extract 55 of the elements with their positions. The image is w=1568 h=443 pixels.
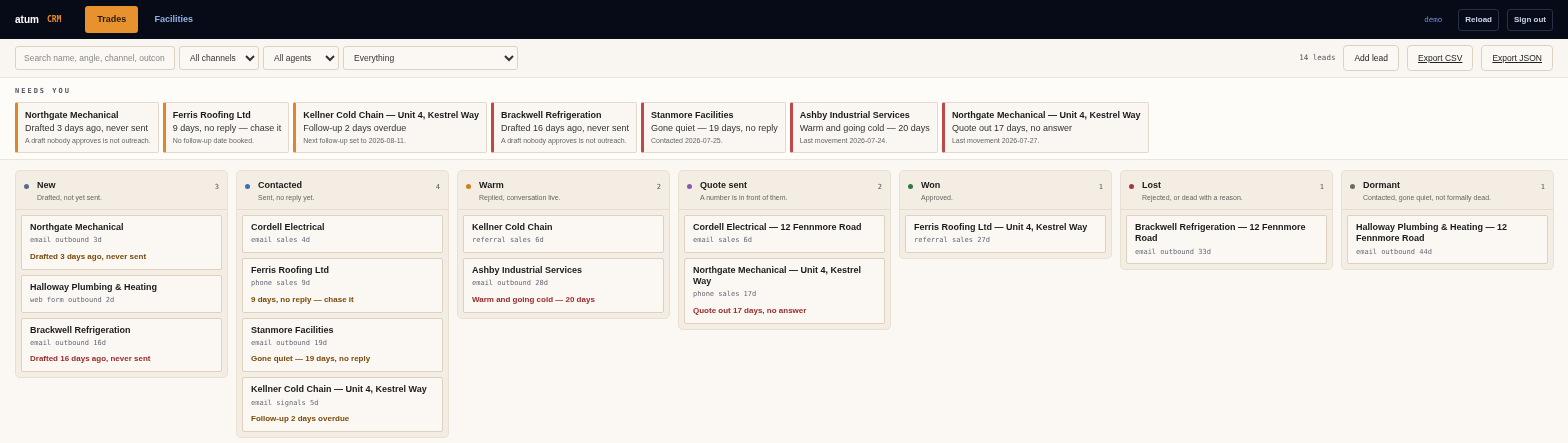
lead-name: Halloway Plumbing & Heating — 12 Fennmore Road <box>1356 222 1509 245</box>
column-title: Quote sent <box>700 179 748 192</box>
reload-button[interactable]: Reload <box>1458 8 1499 31</box>
lead-name: Stanmore Facilities <box>651 108 735 122</box>
lead-note: Drafted 3 days ago, never sent <box>30 250 148 263</box>
lead-name: Ashby Industrial Services <box>799 108 911 122</box>
lead-note: Drafted 16 days ago, never sent <box>30 353 152 366</box>
lead-note: Follow-up 2 days overdue <box>251 413 351 425</box>
lead-note: 9 days, no reply — chase it <box>251 293 355 306</box>
column-title: Contacted <box>258 179 303 192</box>
search-field[interactable]: Search name, angle, channel, outcon <box>15 46 175 70</box>
attention-reason: 9 days, no reply — chase it <box>172 122 282 135</box>
attention-reason: Quote out 17 days, no answer <box>951 122 1073 135</box>
lead-note: Gone quiet — 19 days, no reply <box>251 353 372 366</box>
lead-name: Cordell Electrical — 12 Fennmore Road <box>693 222 863 234</box>
brand-tag: CRM <box>46 13 62 26</box>
lead-name: Brackwell Refrigeration <box>30 324 132 336</box>
lead-name: Kellner Cold Chain <box>472 222 554 234</box>
attention-reason: Drafted 16 days ago, never sent <box>500 122 630 135</box>
lead-name: Ferris Roofing Ltd <box>172 108 252 122</box>
lead-name: Ferris Roofing Ltd <box>251 264 330 276</box>
column-title: Warm <box>479 179 505 192</box>
column-title: Won <box>921 179 942 192</box>
lead-name: Northgate Mechanical — Unit 4, Kestrel Way <box>693 264 863 288</box>
add-lead-button[interactable]: Add lead <box>1343 45 1399 71</box>
filter-dropdown[interactable]: Everything <box>343 46 518 70</box>
attention-reason: Drafted 3 days ago, never sent <box>25 122 150 135</box>
column-title: Lost <box>1142 179 1162 192</box>
lead-note: Warm and going cold — 20 days <box>472 293 596 306</box>
lead-name: Northgate Mechanical <box>25 108 120 122</box>
nav-tab[interactable]: Facilities <box>142 5 205 34</box>
export-button[interactable]: Export JSON <box>1481 45 1553 71</box>
column-title: Dormant <box>1363 179 1401 192</box>
filter-dropdown[interactable]: All channels <box>179 46 259 70</box>
lead-name: Cordell Electrical <box>251 222 326 234</box>
export-button[interactable]: Export CSV <box>1407 45 1474 71</box>
lead-name: Brackwell Refrigeration — 12 Fennmore Road <box>1135 222 1307 245</box>
lead-name: Stanmore Facilities <box>251 324 335 336</box>
attention-reason: Gone quiet — 19 days, no reply <box>651 122 778 135</box>
column-title: New <box>37 179 57 192</box>
lead-name: Kellner Cold Chain — Unit 4, Kestrel Way <box>303 108 479 122</box>
lead-name: Ferris Roofing Ltd — Unit 4, Kestrel Way <box>914 222 1089 234</box>
attention-reason: Follow-up 2 days overdue <box>303 122 408 135</box>
lead-name: Kellner Cold Chain — Unit 4, Kestrel Way <box>251 384 428 396</box>
lead-note: Quote out 17 days, no answer <box>693 304 808 317</box>
lead-name: Ashby Industrial Services <box>472 264 584 276</box>
nav-tab[interactable]: Trades <box>85 5 139 34</box>
lead-name: Halloway Plumbing & Heating <box>30 281 158 293</box>
lead-name: Brackwell Refrigeration <box>500 108 603 122</box>
lead-name: Northgate Mechanical <box>30 222 125 234</box>
sign-out-button[interactable]: Sign out <box>1507 8 1553 31</box>
attention-reason: Warm and going cold — 20 days <box>799 122 930 135</box>
brand-name: atum <box>15 13 39 27</box>
lead-name: Northgate Mechanical — Unit 4, Kestrel Way <box>951 108 1141 122</box>
filter-dropdown[interactable]: All agents <box>263 46 339 70</box>
